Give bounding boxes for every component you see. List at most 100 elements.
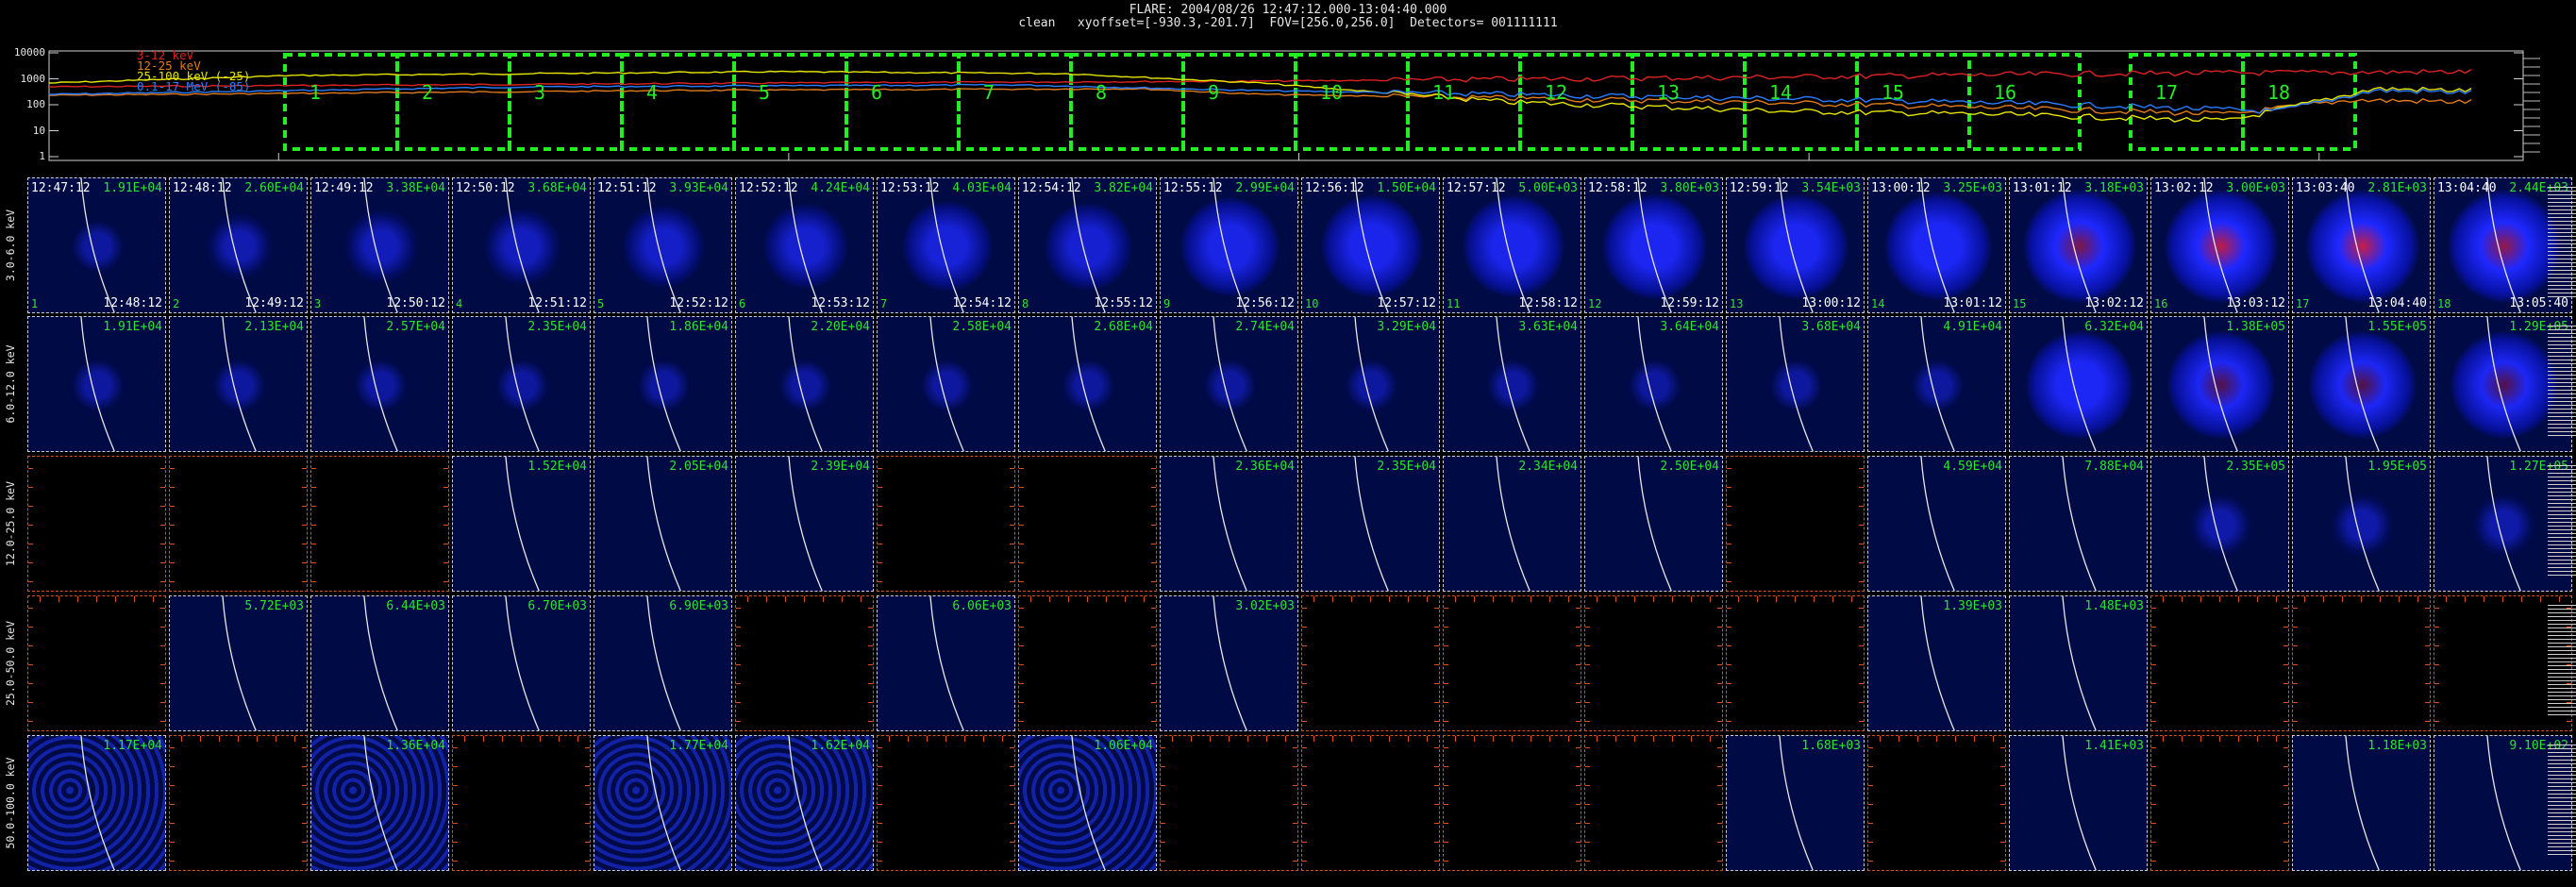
image-cell[interactable]: 3.68E+04 xyxy=(1726,316,1865,452)
image-cell[interactable]: 2.35E+05 xyxy=(2150,456,2289,592)
image-cell[interactable]: 6.06E+03 xyxy=(877,595,1015,731)
failed-image-cell[interactable] xyxy=(452,735,591,871)
image-cell[interactable]: 5.00E+03 12:57:12 12:58:12 11 xyxy=(1443,177,1581,313)
image-cell[interactable]: 3.38E+04 12:49:12 12:50:12 3 xyxy=(310,177,449,313)
image-cell[interactable]: 3.18E+03 13:01:12 13:02:12 15 xyxy=(2009,177,2148,313)
image-cell[interactable]: 1.91E+04 12:47:12 12:48:12 1 xyxy=(27,177,166,313)
failed-image-cell[interactable] xyxy=(169,456,308,592)
solar-limb xyxy=(1779,736,1814,870)
failed-image-cell[interactable] xyxy=(1443,735,1581,871)
image-cell[interactable]: 4.59E+04 xyxy=(1867,456,2006,592)
image-cell[interactable]: 1.95E+05 xyxy=(2292,456,2431,592)
image-cell[interactable]: 1.68E+03 xyxy=(1726,735,1865,871)
image-cell[interactable]: 1.55E+05 xyxy=(2292,316,2431,452)
axis-ticks xyxy=(2293,596,2298,730)
image-cell[interactable]: 1.17E+04 xyxy=(27,735,166,871)
image-cell[interactable]: 2.39E+04 xyxy=(735,456,874,592)
failed-image-cell[interactable] xyxy=(735,595,874,731)
image-cell[interactable]: 3.63E+04 xyxy=(1443,316,1581,452)
segment-box xyxy=(1406,53,1522,151)
image-cell[interactable]: 6.70E+03 xyxy=(452,595,591,731)
image-cell[interactable]: 3.93E+04 12:51:12 12:52:12 5 xyxy=(594,177,732,313)
segment-number: 18 xyxy=(2267,81,2291,104)
image-cell[interactable]: 2.60E+04 12:48:12 12:49:12 2 xyxy=(169,177,308,313)
failed-image-cell[interactable] xyxy=(310,456,449,592)
image-cell[interactable]: 1.91E+04 xyxy=(27,316,166,452)
failed-image-cell[interactable] xyxy=(877,735,1015,871)
image-cell[interactable]: 2.05E+04 xyxy=(594,456,732,592)
image-cell[interactable]: 6.44E+03 xyxy=(310,595,449,731)
segment-box xyxy=(395,53,511,151)
image-cell[interactable]: 2.74E+04 xyxy=(1160,316,1298,452)
failed-image-cell[interactable] xyxy=(2292,595,2431,731)
failed-image-cell[interactable] xyxy=(1726,595,1865,731)
failed-image-cell[interactable] xyxy=(1443,595,1581,731)
image-cell[interactable]: 6.90E+03 xyxy=(594,595,732,731)
failed-image-cell[interactable] xyxy=(2150,735,2289,871)
image-max-value: 2.20E+04 xyxy=(811,320,870,334)
failed-image-cell[interactable] xyxy=(1584,735,1723,871)
failed-image-cell[interactable] xyxy=(1160,735,1298,871)
axis-ticks xyxy=(1161,736,1165,870)
image-cell[interactable]: 2.34E+04 xyxy=(1443,456,1581,592)
failed-image-cell[interactable] xyxy=(27,595,166,731)
image-cell[interactable]: 1.77E+04 xyxy=(594,735,732,871)
failed-image-cell[interactable] xyxy=(169,735,308,871)
failed-image-cell[interactable] xyxy=(1584,595,1723,731)
failed-image-cell[interactable] xyxy=(1018,456,1157,592)
image-cell[interactable]: 3.00E+03 13:02:12 13:03:12 16 xyxy=(2150,177,2289,313)
image-max-value: 1.91E+04 xyxy=(103,320,162,334)
image-max-value: 4.59E+04 xyxy=(1943,460,2002,474)
image-cell[interactable]: 1.86E+04 xyxy=(594,316,732,452)
image-cell[interactable]: 3.54E+03 12:59:12 13:00:12 13 xyxy=(1726,177,1865,313)
image-cell[interactable]: 2.35E+04 xyxy=(452,316,591,452)
image-cell[interactable]: 1.36E+04 xyxy=(310,735,449,871)
solar-limb xyxy=(1920,178,1955,312)
image-cell[interactable]: 1.48E+03 xyxy=(2009,595,2148,731)
image-cell[interactable]: 3.25E+03 13:00:12 13:01:12 14 xyxy=(1867,177,2006,313)
failed-image-cell[interactable] xyxy=(1301,735,1440,871)
image-cell[interactable]: 3.64E+04 xyxy=(1584,316,1723,452)
image-cell[interactable]: 1.18E+03 xyxy=(2292,735,2431,871)
image-cell[interactable]: 1.06E+04 xyxy=(1018,735,1157,871)
interval-end-time: 12:49:12 xyxy=(244,296,304,310)
image-cell[interactable]: 1.62E+04 xyxy=(735,735,874,871)
image-cell[interactable]: 1.41E+03 xyxy=(2009,735,2148,871)
image-cell[interactable]: 7.88E+04 xyxy=(2009,456,2148,592)
interval-start-time: 12:48:12 xyxy=(173,181,232,195)
interval-end-time: 13:02:12 xyxy=(2084,296,2144,310)
image-cell[interactable]: 1.52E+04 xyxy=(452,456,591,592)
axis-ticks xyxy=(1019,596,1024,730)
image-cell[interactable]: 2.68E+04 xyxy=(1018,316,1157,452)
energy-band-text: 6.0-12.0 keV xyxy=(4,344,17,424)
image-cell[interactable]: 1.39E+03 xyxy=(1867,595,2006,731)
failed-image-cell[interactable] xyxy=(2150,595,2289,731)
image-cell[interactable]: 2.13E+04 xyxy=(169,316,308,452)
image-cell[interactable]: 2.81E+03 13:03:40 13:04:40 17 xyxy=(2292,177,2431,313)
failed-image-cell[interactable] xyxy=(1726,456,1865,592)
image-cell[interactable]: 1.50E+04 12:56:12 12:57:12 10 xyxy=(1301,177,1440,313)
failed-image-cell[interactable] xyxy=(1018,595,1157,731)
image-cell[interactable]: 2.35E+04 xyxy=(1301,456,1440,592)
image-cell[interactable]: 5.72E+03 xyxy=(169,595,308,731)
failed-image-cell[interactable] xyxy=(27,456,166,592)
image-cell[interactable]: 3.68E+04 12:50:12 12:51:12 4 xyxy=(452,177,591,313)
image-cell[interactable]: 1.38E+05 xyxy=(2150,316,2289,452)
image-cell[interactable]: 2.58E+04 xyxy=(877,316,1015,452)
image-cell[interactable]: 2.99E+04 12:55:12 12:56:12 9 xyxy=(1160,177,1298,313)
image-cell[interactable]: 2.20E+04 xyxy=(735,316,874,452)
failed-image-cell[interactable] xyxy=(1301,595,1440,731)
image-cell[interactable]: 6.32E+04 xyxy=(2009,316,2148,452)
image-cell[interactable]: 4.91E+04 xyxy=(1867,316,2006,452)
image-cell[interactable]: 2.50E+04 xyxy=(1584,456,1723,592)
image-cell[interactable]: 3.80E+03 12:58:12 12:59:12 12 xyxy=(1584,177,1723,313)
failed-image-cell[interactable] xyxy=(1867,735,2006,871)
image-cell[interactable]: 2.36E+04 xyxy=(1160,456,1298,592)
image-cell[interactable]: 2.57E+04 xyxy=(310,316,449,452)
image-cell[interactable]: 3.82E+04 12:54:12 12:55:12 8 xyxy=(1018,177,1157,313)
failed-image-cell[interactable] xyxy=(877,456,1015,592)
image-cell[interactable]: 3.02E+03 xyxy=(1160,595,1298,731)
image-cell[interactable]: 3.29E+04 xyxy=(1301,316,1440,452)
image-cell[interactable]: 4.24E+04 12:52:12 12:53:12 6 xyxy=(735,177,874,313)
image-cell[interactable]: 4.03E+04 12:53:12 12:54:12 7 xyxy=(877,177,1015,313)
